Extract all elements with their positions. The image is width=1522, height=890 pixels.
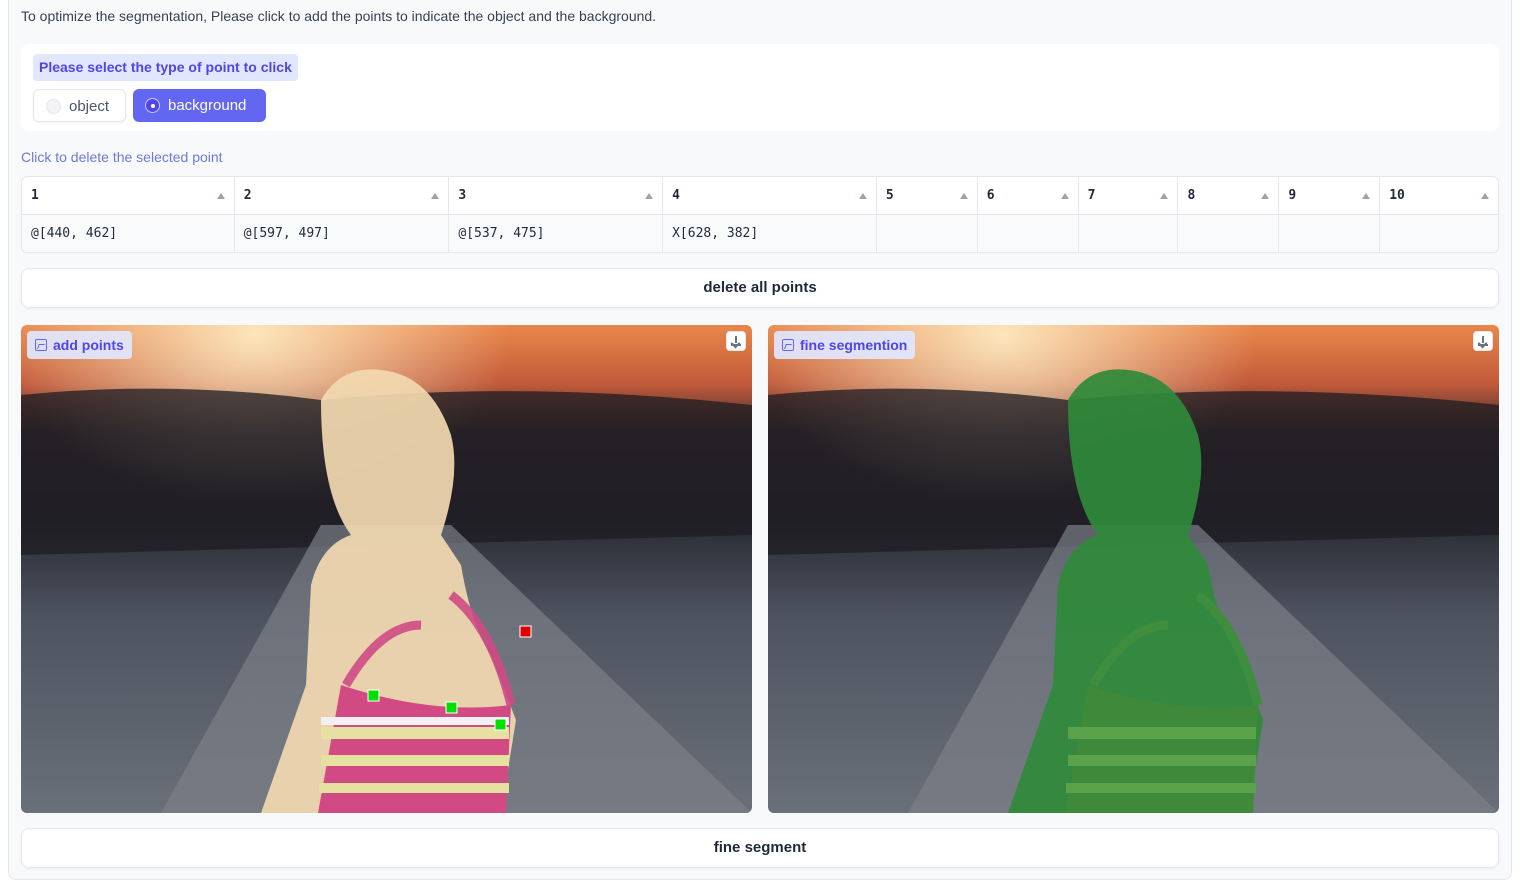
sort-icon[interactable] xyxy=(216,193,225,199)
column-header-7[interactable]: 7 xyxy=(1079,177,1179,214)
table-cell[interactable] xyxy=(1279,215,1381,252)
sort-icon[interactable] xyxy=(431,193,440,199)
sort-icon[interactable] xyxy=(1481,193,1490,199)
table-cell[interactable]: @[597, 497] xyxy=(235,215,450,252)
add-points-image[interactable] xyxy=(21,325,752,813)
table-cell[interactable]: @[440, 462] xyxy=(22,215,235,252)
download-icon[interactable] xyxy=(726,331,746,351)
sort-icon[interactable] xyxy=(645,193,654,199)
background-point-marker xyxy=(519,625,532,638)
fine-segmentation-label: fine segmention xyxy=(774,331,916,359)
add-points-label: add points xyxy=(27,331,132,359)
column-header-10[interactable]: 10 xyxy=(1380,177,1498,214)
sort-icon[interactable] xyxy=(1160,193,1169,199)
table-cell[interactable]: X[628, 382] xyxy=(663,215,877,252)
table-cell[interactable] xyxy=(1380,215,1498,252)
delete-all-points-button[interactable]: delete all points xyxy=(21,268,1499,308)
table-cell[interactable]: @[537, 475] xyxy=(449,215,664,252)
sort-icon[interactable] xyxy=(858,193,867,199)
column-header-label: 8 xyxy=(1187,188,1196,203)
fine-segmentation-image xyxy=(768,325,1499,813)
instruction-text: To optimize the segmentation, Please cli… xyxy=(21,8,657,24)
column-header-label: 1 xyxy=(31,188,39,203)
download-icon-base xyxy=(731,344,741,346)
points-table-label: Click to delete the selected point xyxy=(21,149,223,165)
fine-segment-button[interactable]: fine segment xyxy=(21,828,1499,868)
table-cell[interactable] xyxy=(877,215,978,252)
radio-object[interactable]: object xyxy=(33,89,126,122)
sort-icon[interactable] xyxy=(1362,193,1371,199)
column-header-label: 6 xyxy=(986,188,995,203)
table-cell[interactable] xyxy=(978,215,1079,252)
column-header-8[interactable]: 8 xyxy=(1178,177,1280,214)
radio-checked-icon[interactable] xyxy=(145,98,160,113)
point-type-radio-group: Please select the type of point to click… xyxy=(21,44,1499,131)
table-header-row: 1 2 3 4 5 6 7 8 9 10 xyxy=(22,177,1498,215)
radio-object-label: object xyxy=(69,98,110,115)
image-icon xyxy=(782,339,794,351)
column-header-2[interactable]: 2 xyxy=(235,177,450,214)
sort-icon[interactable] xyxy=(1060,193,1069,199)
column-header-3[interactable]: 3 xyxy=(449,177,664,214)
point-type-label: Please select the type of point to click xyxy=(33,54,298,81)
table-cell[interactable] xyxy=(1079,215,1179,252)
column-header-label: 2 xyxy=(243,188,252,203)
table-cell[interactable] xyxy=(1178,215,1280,252)
column-header-9[interactable]: 9 xyxy=(1279,177,1381,214)
radio-background-label: background xyxy=(168,97,247,114)
object-point-marker xyxy=(367,689,380,702)
sort-icon[interactable] xyxy=(959,193,968,199)
add-points-label-text: add points xyxy=(53,337,124,353)
add-points-image-panel[interactable]: add points xyxy=(21,325,752,813)
column-header-1[interactable]: 1 xyxy=(22,177,235,214)
fine-segmentation-image-panel: fine segmention xyxy=(768,325,1499,813)
column-header-label: 3 xyxy=(458,188,467,203)
radio-background[interactable]: background xyxy=(133,89,266,122)
column-header-label: 4 xyxy=(672,188,680,203)
object-point-marker xyxy=(445,701,458,714)
column-header-label: 7 xyxy=(1087,188,1096,203)
column-header-label: 5 xyxy=(885,188,894,203)
column-header-6[interactable]: 6 xyxy=(978,177,1079,214)
object-point-marker xyxy=(494,718,507,731)
column-header-label: 9 xyxy=(1288,188,1297,203)
column-header-5[interactable]: 5 xyxy=(877,177,978,214)
points-table: 1 2 3 4 5 6 7 8 9 10 @[440, 462] @[597, … xyxy=(21,176,1499,253)
sort-icon[interactable] xyxy=(1261,193,1270,199)
download-icon[interactable] xyxy=(1473,331,1493,351)
radio-unchecked-icon[interactable] xyxy=(46,99,61,114)
column-header-label: 10 xyxy=(1389,188,1405,203)
fine-segmentation-label-text: fine segmention xyxy=(800,337,908,353)
image-icon xyxy=(35,339,47,351)
column-header-4[interactable]: 4 xyxy=(663,177,877,214)
download-icon-base xyxy=(1478,344,1488,346)
table-row: @[440, 462] @[597, 497] @[537, 475] X[62… xyxy=(22,215,1498,252)
